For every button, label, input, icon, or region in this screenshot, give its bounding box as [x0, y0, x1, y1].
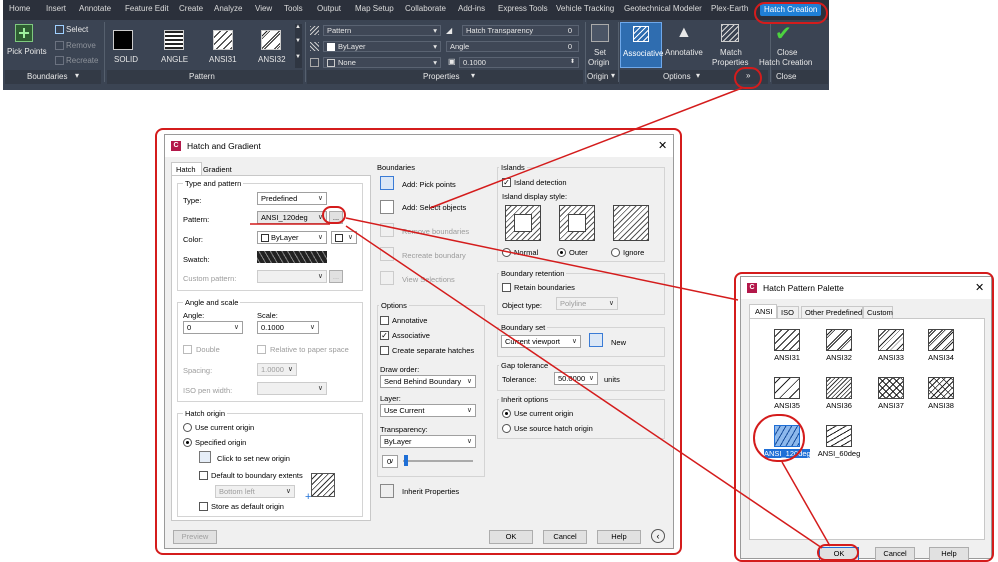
connector-browse-to-ok: [345, 225, 823, 549]
connector-pattern-to-ok: [781, 461, 831, 547]
connector-launcher-to-dialog: [429, 87, 743, 209]
connector-browse-to-palette: [345, 217, 739, 301]
callout-connectors: [250, 87, 831, 549]
